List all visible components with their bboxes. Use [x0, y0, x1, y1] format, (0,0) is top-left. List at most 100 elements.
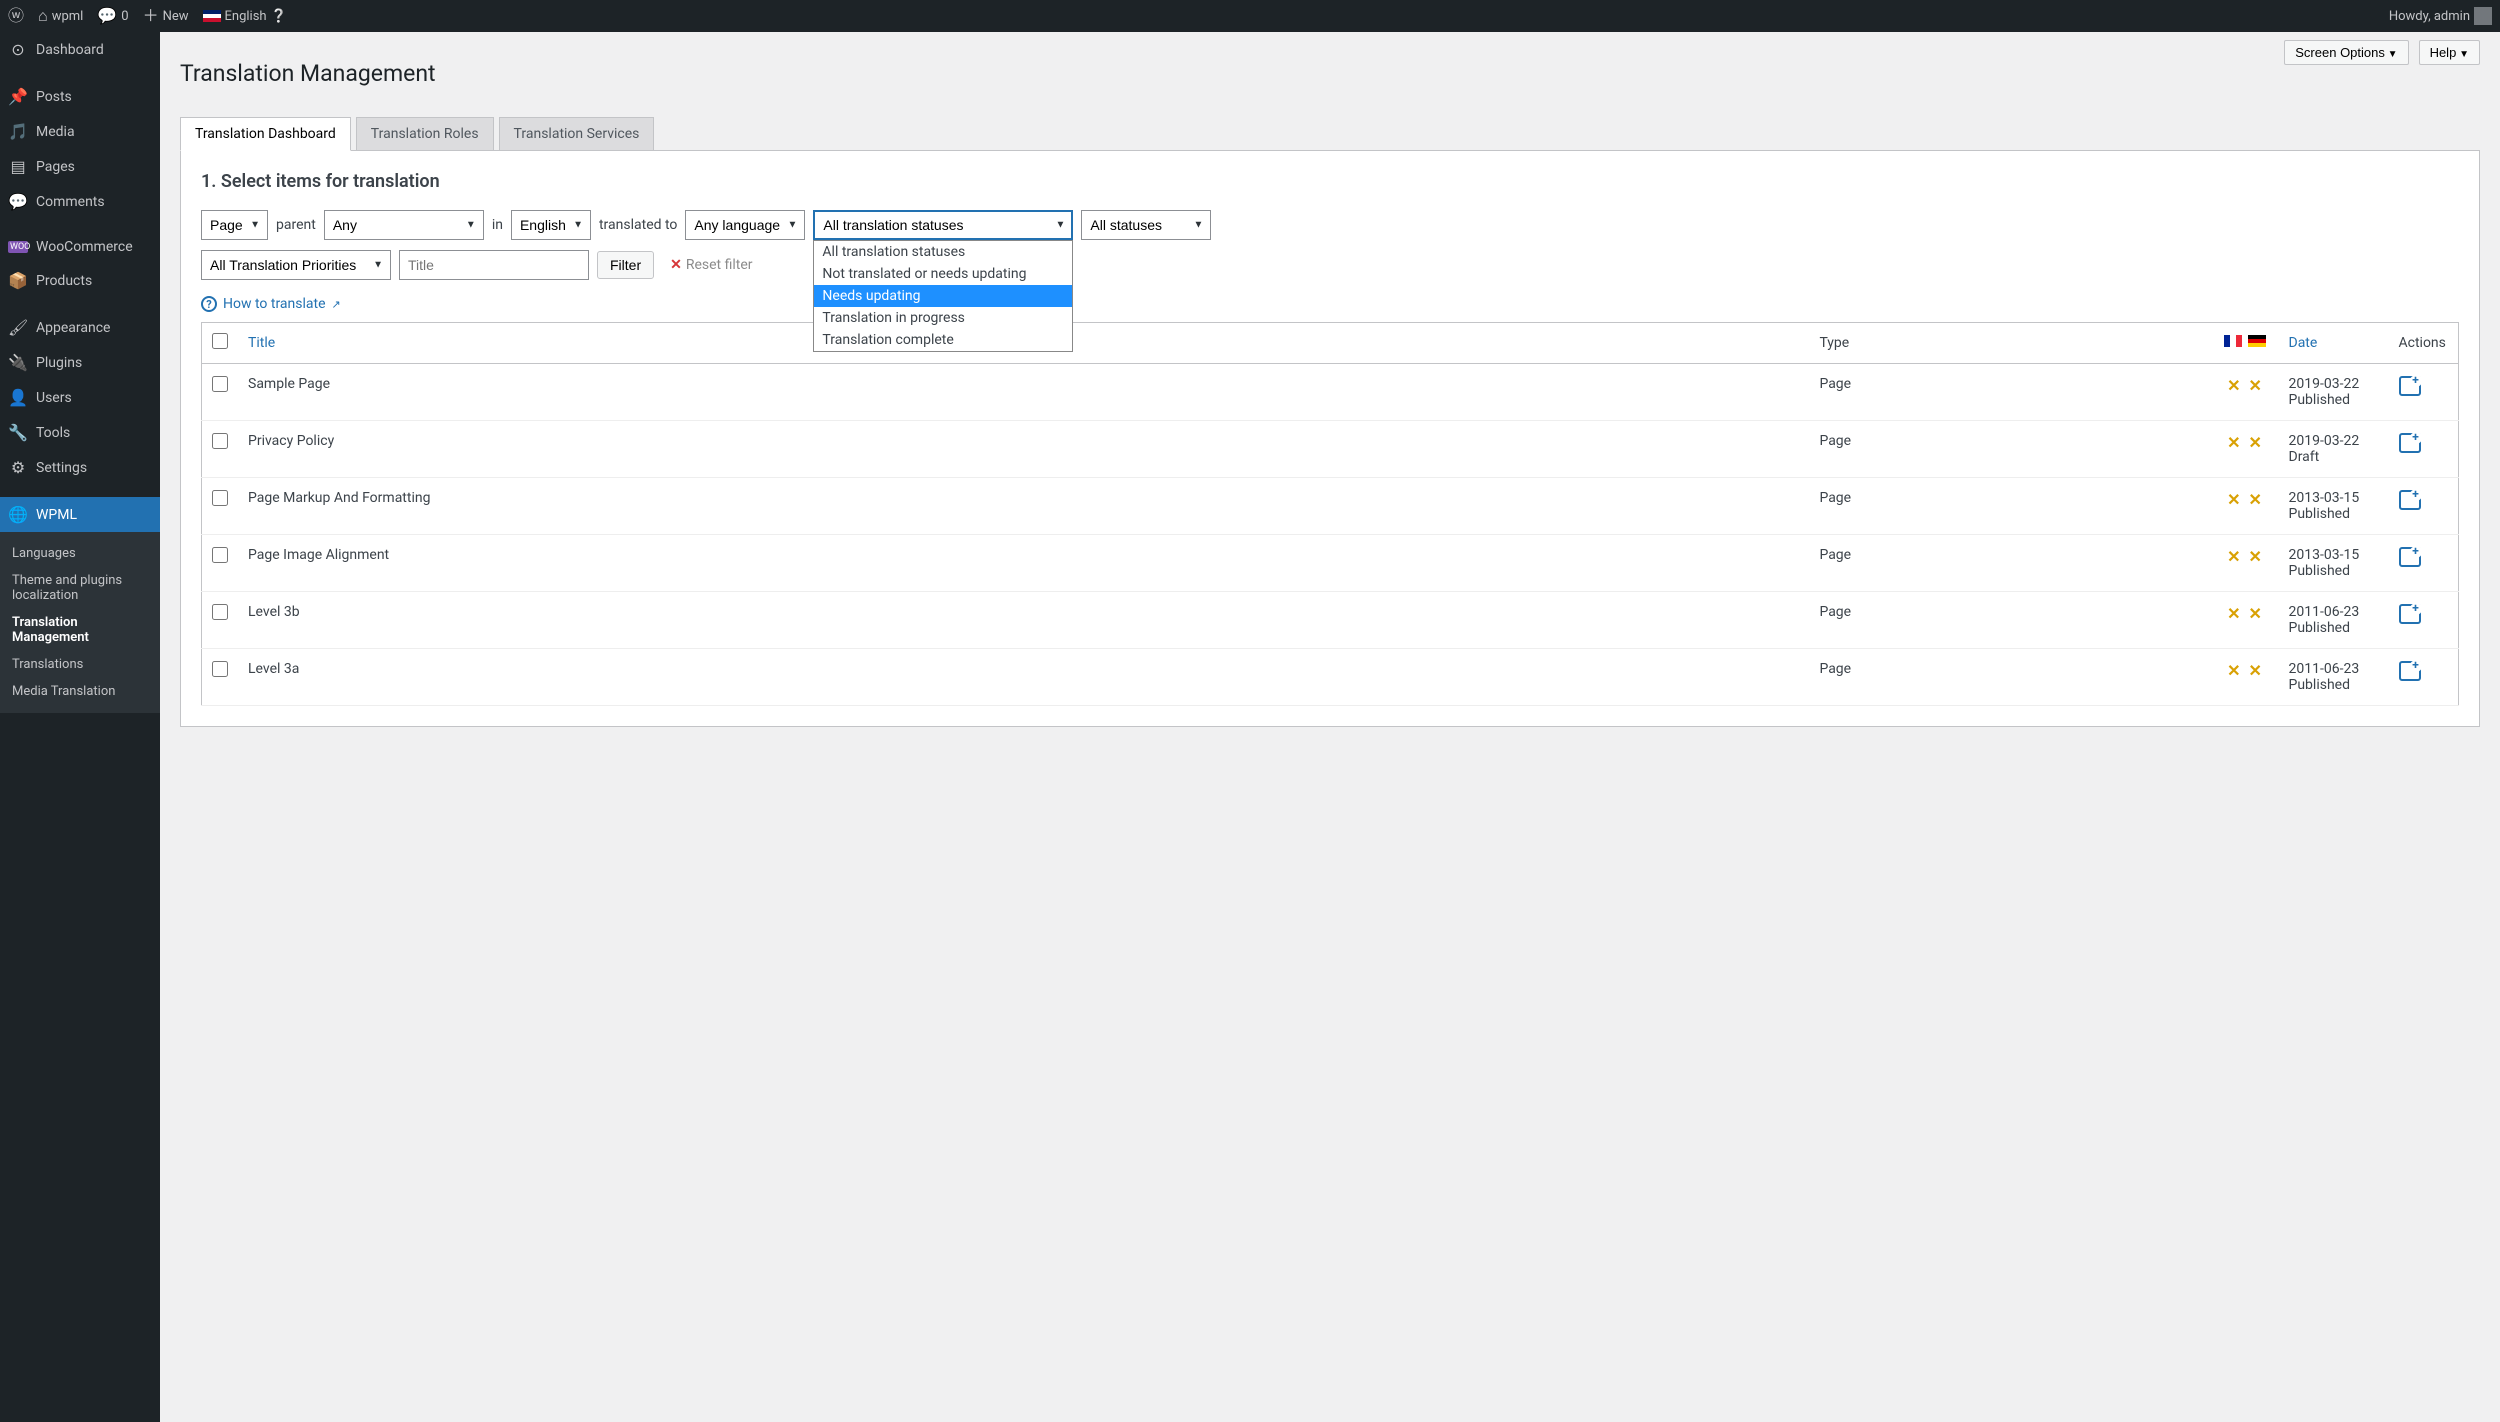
- row-checkbox[interactable]: [212, 433, 228, 449]
- menu-label: Settings: [36, 460, 87, 476]
- row-checkbox[interactable]: [212, 490, 228, 506]
- dropdown-option[interactable]: Not translated or needs updating: [814, 263, 1072, 285]
- help-button[interactable]: Help: [2419, 40, 2480, 65]
- table-row: Page Markup And FormattingPage✕✕2013-03-…: [202, 478, 2459, 535]
- menu-woocommerce[interactable]: WOO WooCommerce: [0, 231, 160, 263]
- row-actions: [2389, 478, 2459, 535]
- menu-dashboard[interactable]: ⊙Dashboard: [0, 32, 160, 67]
- menu-settings[interactable]: ⚙Settings: [0, 450, 160, 485]
- screen-options-button[interactable]: Screen Options: [2284, 40, 2408, 65]
- menu-appearance[interactable]: 🖌Appearance: [0, 310, 160, 345]
- dropdown-option[interactable]: All translation statuses: [814, 241, 1072, 263]
- dropdown-option[interactable]: Translation in progress: [814, 307, 1072, 329]
- menu-comments[interactable]: 💬Comments: [0, 184, 160, 219]
- row-checkbox[interactable]: [212, 376, 228, 392]
- row-date: 2013-03-15Published: [2279, 535, 2389, 592]
- how-to-translate: ?How to translate↗: [201, 296, 2459, 312]
- submenu-translations[interactable]: Translations: [0, 651, 160, 678]
- reset-filter-link[interactable]: ✕Reset filter: [670, 257, 752, 273]
- avatar-icon: [2474, 7, 2492, 25]
- not-translated-de-icon[interactable]: ✕: [2249, 376, 2262, 395]
- menu-plugins[interactable]: 🔌Plugins: [0, 345, 160, 380]
- row-type: Page: [1809, 364, 2210, 421]
- not-translated-fr-icon[interactable]: ✕: [2227, 490, 2240, 509]
- select-all-checkbox[interactable]: [212, 333, 228, 349]
- how-to-link[interactable]: ?How to translate↗: [201, 296, 341, 312]
- wp-logo[interactable]: ⓦ: [8, 8, 24, 24]
- row-date: 2013-03-15Published: [2279, 478, 2389, 535]
- menu-products[interactable]: 📦Products: [0, 263, 160, 298]
- add-translation-icon[interactable]: [2399, 604, 2421, 624]
- status-select[interactable]: All statuses: [1081, 210, 1211, 240]
- priority-select[interactable]: All Translation Priorities: [201, 250, 391, 280]
- row-translation-status: ✕✕: [2211, 421, 2279, 478]
- row-translation-status: ✕✕: [2211, 478, 2279, 535]
- site-link[interactable]: ⌂wpml: [38, 8, 83, 24]
- parent-select[interactable]: Any: [324, 210, 484, 240]
- col-date[interactable]: Date: [2279, 323, 2389, 364]
- not-translated-de-icon[interactable]: ✕: [2249, 490, 2262, 509]
- tab-roles[interactable]: Translation Roles: [356, 117, 494, 150]
- menu-media[interactable]: 🎵Media: [0, 114, 160, 149]
- submenu-languages[interactable]: Languages: [0, 540, 160, 567]
- not-translated-de-icon[interactable]: ✕: [2249, 433, 2262, 452]
- table-row: Page Image AlignmentPage✕✕2013-03-15Publ…: [202, 535, 2459, 592]
- comments-icon: 💬: [8, 192, 28, 211]
- not-translated-fr-icon[interactable]: ✕: [2227, 661, 2240, 680]
- row-checkbox[interactable]: [212, 604, 228, 620]
- menu-label: WPML: [36, 507, 77, 523]
- row-actions: [2389, 592, 2459, 649]
- add-translation-icon[interactable]: [2399, 490, 2421, 510]
- source-lang-select[interactable]: English: [511, 210, 591, 240]
- menu-posts[interactable]: 📌Posts: [0, 79, 160, 114]
- menu-label: Tools: [36, 425, 70, 441]
- not-translated-fr-icon[interactable]: ✕: [2227, 547, 2240, 566]
- title-search-input[interactable]: [399, 250, 589, 280]
- add-translation-icon[interactable]: [2399, 547, 2421, 567]
- account-link[interactable]: Howdy, admin: [2389, 7, 2492, 25]
- close-icon: ✕: [670, 257, 682, 273]
- row-checkbox[interactable]: [212, 661, 228, 677]
- row-actions: [2389, 535, 2459, 592]
- not-translated-fr-icon[interactable]: ✕: [2227, 376, 2240, 395]
- post-type-select[interactable]: Page: [201, 210, 268, 240]
- row-translation-status: ✕✕: [2211, 535, 2279, 592]
- uk-flag-icon: [203, 10, 221, 22]
- menu-tools[interactable]: 🔧Tools: [0, 415, 160, 450]
- row-type: Page: [1809, 592, 2210, 649]
- filter-button[interactable]: Filter: [597, 251, 654, 279]
- not-translated-de-icon[interactable]: ✕: [2249, 547, 2262, 566]
- dropdown-option[interactable]: Needs updating: [814, 285, 1072, 307]
- add-translation-icon[interactable]: [2399, 433, 2421, 453]
- menu-wpml[interactable]: 🌐WPML: [0, 497, 160, 532]
- add-translation-icon[interactable]: [2399, 376, 2421, 396]
- dropdown-option[interactable]: Translation complete: [814, 329, 1072, 351]
- menu-label: WooCommerce: [36, 239, 133, 255]
- not-translated-de-icon[interactable]: ✕: [2249, 604, 2262, 623]
- submenu-media-translation[interactable]: Media Translation: [0, 678, 160, 705]
- submenu-localization[interactable]: Theme and plugins localization: [0, 567, 160, 609]
- translation-status-select[interactable]: All translation statuses: [813, 210, 1073, 240]
- new-label: New: [163, 9, 189, 24]
- items-table: Title Type Date Actions Sample PagePage✕…: [201, 322, 2459, 706]
- tab-services[interactable]: Translation Services: [499, 117, 655, 150]
- menu-pages[interactable]: ▤Pages: [0, 149, 160, 184]
- admin-toolbar: ⓦ ⌂wpml 💬0 ＋New English ❔ Howdy, admin: [0, 0, 2500, 32]
- language-switcher[interactable]: English ❔: [203, 9, 287, 24]
- comments-link[interactable]: 💬0: [97, 8, 128, 24]
- not-translated-de-icon[interactable]: ✕: [2249, 661, 2262, 680]
- not-translated-fr-icon[interactable]: ✕: [2227, 604, 2240, 623]
- menu-users[interactable]: 👤Users: [0, 380, 160, 415]
- new-content-link[interactable]: ＋New: [143, 8, 189, 24]
- site-name: wpml: [52, 9, 84, 24]
- page-body: Screen Options Help Translation Manageme…: [160, 32, 2500, 1422]
- tab-dashboard[interactable]: Translation Dashboard: [180, 117, 351, 151]
- submenu-translation-management[interactable]: Translation Management: [0, 609, 160, 651]
- table-row: Sample PagePage✕✕2019-03-22Published: [202, 364, 2459, 421]
- target-lang-select[interactable]: Any language: [685, 210, 805, 240]
- row-checkbox[interactable]: [212, 547, 228, 563]
- woo-icon: WOO: [8, 241, 28, 253]
- parent-label: parent: [276, 217, 316, 233]
- add-translation-icon[interactable]: [2399, 661, 2421, 681]
- not-translated-fr-icon[interactable]: ✕: [2227, 433, 2240, 452]
